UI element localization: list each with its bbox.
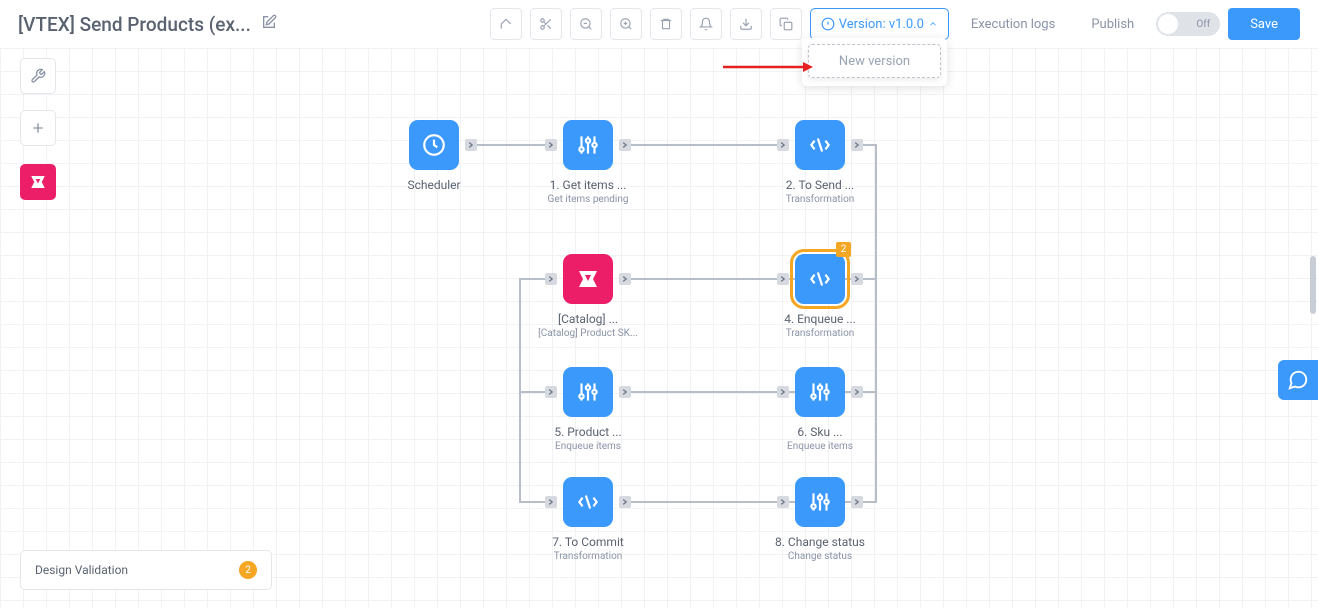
zoom-out-icon[interactable]: [570, 8, 602, 40]
workflow-title: [VTEX] Send Products (ex...: [18, 13, 251, 36]
node-icon-sliders[interactable]: [795, 367, 845, 417]
execution-logs-button[interactable]: Execution logs: [957, 8, 1069, 40]
node-icon-sliders[interactable]: [795, 477, 845, 527]
node-sublabel: Transformation: [761, 328, 879, 339]
port-in[interactable]: [545, 273, 557, 285]
port-in[interactable]: [545, 386, 557, 398]
port-out[interactable]: [851, 496, 863, 508]
port-in[interactable]: [777, 139, 789, 151]
node-icon-vtex[interactable]: [563, 254, 613, 304]
node-label: 7. To Commit: [529, 535, 647, 549]
save-button[interactable]: Save: [1228, 8, 1300, 40]
workflow-canvas[interactable]: Scheduler 1. Get items ... Get items pen…: [0, 48, 1318, 608]
node-sublabel: [Catalog] Product SK...: [529, 328, 647, 339]
publish-toggle[interactable]: Off: [1156, 12, 1220, 36]
add-node-icon[interactable]: [20, 110, 56, 146]
toggle-label: Off: [1196, 19, 1210, 30]
port-in[interactable]: [777, 273, 789, 285]
cut-icon[interactable]: [530, 8, 562, 40]
design-validation-panel[interactable]: Design Validation 2: [20, 550, 272, 590]
new-version-button[interactable]: New version: [808, 44, 941, 78]
copy-icon[interactable]: [770, 8, 802, 40]
node-product[interactable]: 5. Product ... Enqueue items: [529, 367, 647, 452]
port-in[interactable]: [545, 139, 557, 151]
node-sublabel: Transformation: [761, 194, 879, 205]
port-out[interactable]: [619, 139, 631, 151]
node-label: 2. To Send ...: [761, 178, 879, 192]
version-label: Version: v1.0.0: [839, 17, 924, 32]
node-icon-lambda[interactable]: 2: [795, 254, 845, 304]
tools-icon[interactable]: [20, 58, 56, 94]
node-sublabel: Enqueue items: [761, 441, 879, 452]
publish-button[interactable]: Publish: [1077, 8, 1148, 40]
node-icon-clock[interactable]: [409, 120, 459, 170]
port-out[interactable]: [851, 386, 863, 398]
node-label: 5. Product ...: [529, 425, 647, 439]
port-out[interactable]: [619, 496, 631, 508]
node-catalog[interactable]: [Catalog] ... [Catalog] Product SK...: [529, 254, 647, 339]
node-change-status[interactable]: 8. Change status Change status: [761, 477, 879, 562]
node-sublabel: Get items pending: [529, 194, 647, 205]
port-in[interactable]: [545, 496, 557, 508]
node-label: Scheduler: [375, 178, 493, 192]
node-label: 6. Sku ...: [761, 425, 879, 439]
node-icon-lambda[interactable]: [563, 477, 613, 527]
port-in[interactable]: [777, 386, 789, 398]
trash-icon[interactable]: [650, 8, 682, 40]
feedback-widget[interactable]: [1278, 360, 1318, 400]
port-out[interactable]: [851, 139, 863, 151]
node-sku[interactable]: 6. Sku ... Enqueue items: [761, 367, 879, 452]
node-icon-sliders[interactable]: [563, 367, 613, 417]
node-scheduler[interactable]: Scheduler: [375, 120, 493, 192]
port-in[interactable]: [777, 496, 789, 508]
port-out[interactable]: [851, 273, 863, 285]
vtex-icon[interactable]: [20, 164, 56, 200]
edit-title-icon[interactable]: [261, 14, 277, 34]
top-bar: [VTEX] Send Products (ex... Vers: [0, 0, 1318, 48]
node-enqueue[interactable]: 2 4. Enqueue ... Transformation: [761, 254, 879, 339]
validation-label: Design Validation: [35, 563, 128, 577]
connectors: [0, 48, 1318, 608]
warning-badge: 2: [836, 242, 851, 257]
node-get-items[interactable]: 1. Get items ... Get items pending: [529, 120, 647, 205]
node-label: 8. Change status: [761, 535, 879, 549]
node-sublabel: Enqueue items: [529, 441, 647, 452]
port-out[interactable]: [465, 139, 477, 151]
port-out[interactable]: [619, 273, 631, 285]
validation-count: 2: [239, 561, 257, 579]
node-label: 4. Enqueue ...: [761, 312, 879, 326]
bell-icon[interactable]: [690, 8, 722, 40]
node-icon-sliders[interactable]: [563, 120, 613, 170]
node-label: 1. Get items ...: [529, 178, 647, 192]
node-icon-lambda[interactable]: [795, 120, 845, 170]
zoom-in-icon[interactable]: [610, 8, 642, 40]
scrollbar[interactable]: [1310, 256, 1316, 314]
node-sublabel: Transformation: [529, 551, 647, 562]
port-out[interactable]: [619, 386, 631, 398]
download-icon[interactable]: [730, 8, 762, 40]
node-to-send[interactable]: 2. To Send ... Transformation: [761, 120, 879, 205]
route-icon[interactable]: [490, 8, 522, 40]
node-sublabel: Change status: [761, 551, 879, 562]
node-label: [Catalog] ...: [529, 312, 647, 326]
node-to-commit[interactable]: 7. To Commit Transformation: [529, 477, 647, 562]
version-button[interactable]: Version: v1.0.0: [810, 8, 949, 40]
